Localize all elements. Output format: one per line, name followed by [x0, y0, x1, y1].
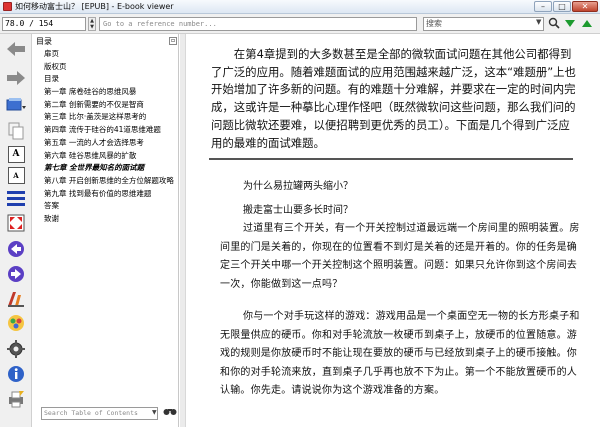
font-larger-icon[interactable]: A — [5, 144, 27, 164]
undock-icon[interactable]: ▫ — [169, 37, 177, 45]
toc-heading: 目录 — [36, 37, 52, 46]
body-paragraph: 你与一个对手玩这样的游戏：游戏用品是一个桌面空无一物的长方形桌子和无限量供应的硬… — [220, 311, 580, 397]
panel-splitter[interactable] — [180, 34, 186, 427]
window-controls: – □ ✕ — [534, 1, 598, 12]
toc-item[interactable]: 扉页 — [44, 48, 174, 61]
previous-page-icon[interactable] — [5, 239, 27, 259]
bookmark-icon[interactable] — [5, 313, 27, 333]
info-icon[interactable] — [5, 364, 27, 384]
toc-item[interactable]: 第三章 比尔·盖茨是这样思考的 — [44, 111, 174, 124]
toc-item[interactable]: 第四章 流传于硅谷的41道思维难题 — [44, 124, 174, 137]
reference-mode-icon[interactable] — [5, 289, 27, 309]
maximize-button[interactable]: □ — [553, 1, 571, 12]
toc-item[interactable]: 版权页 — [44, 61, 174, 74]
search-dropdown-icon[interactable]: ▼ — [536, 18, 541, 26]
toc-item[interactable]: 致谢 — [44, 213, 174, 226]
font-smaller-icon[interactable]: A — [5, 165, 27, 185]
section-divider — [209, 158, 573, 160]
intro-paragraph: 在第4章提到的大多数甚至是全部的微软面试问题在其他公司都得到了广泛的应用。随着难… — [211, 47, 576, 150]
position-input[interactable]: 78.0 / 154 — [2, 17, 86, 31]
minimize-button[interactable]: – — [534, 1, 552, 12]
fullscreen-icon[interactable] — [5, 213, 27, 233]
toc-item[interactable]: 第六章 硅谷思维风暴的扩散 — [44, 150, 174, 163]
print-icon[interactable] — [5, 389, 27, 409]
forward-icon[interactable] — [5, 68, 27, 88]
up-arrow-icon[interactable] — [580, 17, 594, 31]
toc-list: 扉页 版权页 目录 第一章 席卷硅谷的思维风暴 第二章 创新需要的不仅是智商 第… — [44, 48, 174, 226]
navigation-bar: 78.0 / 154 ▲ ▼ Go to a reference number..… — [0, 14, 600, 34]
toc-panel: 目录 ▫ 扉页 版权页 目录 第一章 席卷硅谷的思维风暴 第二章 创新需要的不仅… — [33, 34, 179, 427]
app-icon — [3, 2, 12, 11]
search-icon[interactable] — [547, 17, 561, 31]
toc-item[interactable]: 目录 — [44, 73, 174, 86]
back-icon[interactable] — [5, 39, 27, 59]
toc-item[interactable]: 第八章 开启创新思维的全方位解题攻略 — [44, 175, 174, 188]
toc-search-dropdown-icon[interactable]: ▼ — [152, 409, 157, 416]
position-spinner[interactable]: ▲ ▼ — [88, 17, 96, 31]
search-input[interactable]: 搜索 — [423, 17, 544, 31]
book-content: 在第4章提到的大多数甚至是全部的微软面试问题在其他公司都得到了广泛的应用。随着难… — [187, 34, 600, 427]
title-bar: 如何移动富士山？ [EPUB] - E-book viewer – □ ✕ — [0, 0, 600, 14]
library-icon[interactable] — [5, 95, 27, 115]
question-line: 为什么易拉罐两头缩小？ — [243, 181, 353, 192]
toc-icon[interactable] — [5, 188, 27, 208]
toc-search-input[interactable]: Search Table of Contents — [41, 407, 158, 420]
toc-item[interactable]: 第一章 席卷硅谷的思维风暴 — [44, 86, 174, 99]
close-button[interactable]: ✕ — [572, 1, 598, 12]
toc-item[interactable]: 第五章 一流的人才会选择思考 — [44, 137, 174, 150]
left-toolbar: A A — [0, 34, 32, 427]
copy-icon[interactable] — [5, 121, 27, 141]
toc-item[interactable]: 第九章 找到最有价值的思维难题 — [44, 188, 174, 201]
toc-item[interactable]: 答案 — [44, 200, 174, 213]
reference-input[interactable]: Go to a reference number... — [99, 17, 417, 31]
window-title: 如何移动富士山？ [EPUB] - E-book viewer — [15, 2, 174, 11]
binoculars-icon[interactable] — [163, 406, 177, 420]
toc-item-active[interactable]: 第七章 全世界最知名的面试题 — [44, 162, 174, 175]
toc-item[interactable]: 第二章 创新需要的不仅是智商 — [44, 99, 174, 112]
next-page-icon[interactable] — [5, 264, 27, 284]
question-line: 搬走富士山要多长时间？ — [243, 205, 353, 216]
down-arrow-icon[interactable] — [563, 17, 577, 31]
preferences-icon[interactable] — [5, 339, 27, 359]
body-paragraph: 过道里有三个开关，有一个开关控制过道最远端一个房间里的照明装置。房间里的门是关着… — [220, 223, 580, 290]
